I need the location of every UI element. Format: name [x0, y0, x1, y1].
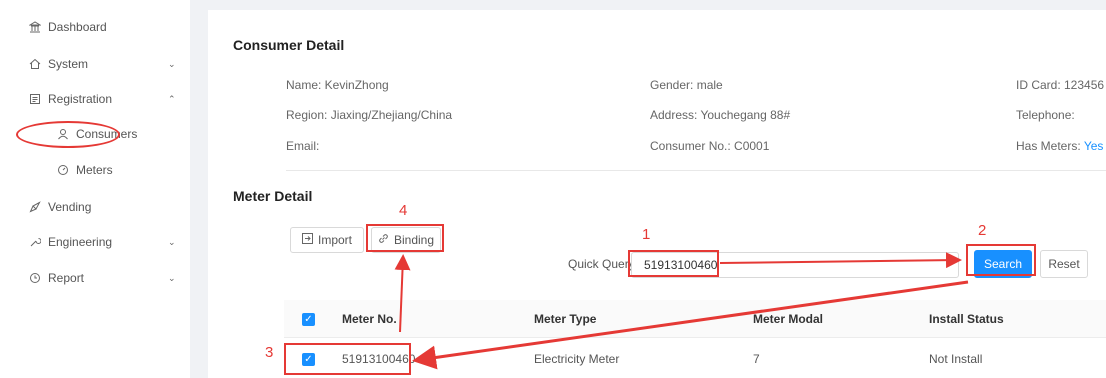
form-icon — [28, 92, 42, 106]
column-header: Meter Type — [534, 312, 597, 326]
divider — [286, 170, 1106, 171]
has-meters-value[interactable]: Yes — [1084, 139, 1104, 153]
reset-button[interactable]: Reset — [1040, 250, 1088, 278]
sidebar-item-engineering[interactable]: Engineering ⌄ — [0, 230, 190, 254]
consumer-gender: Gender: male — [650, 78, 723, 92]
consumer-address: Address: Youchegang 88# — [650, 108, 791, 122]
tool-icon — [28, 235, 42, 249]
consumer-telephone: Telephone: — [1016, 108, 1075, 122]
sidebar-item-label: Vending — [48, 200, 92, 214]
annotation-number-4: 4 — [399, 202, 408, 219]
annotation-number-2: 2 — [978, 222, 987, 239]
sidebar-item-label: Engineering — [48, 235, 113, 249]
consumer-email: Email: — [286, 139, 320, 153]
has-meters-label: Has Meters: — [1016, 139, 1081, 153]
annotation-number-1: 1 — [642, 226, 651, 243]
cell-meter-type: Electricity Meter — [534, 352, 620, 366]
sidebar: Dashboard System ⌄ Registration ⌃ Consum… — [0, 0, 190, 378]
chevron-down-icon: ⌄ — [168, 272, 176, 283]
column-header: Meter No. — [342, 312, 397, 326]
consumer-number: Consumer No.: C0001 — [650, 139, 770, 153]
sidebar-item-label: Meters — [76, 163, 113, 177]
chevron-down-icon: ⌄ — [168, 236, 176, 247]
import-button[interactable]: Import — [290, 227, 364, 253]
sidebar-item-report[interactable]: Report ⌄ — [0, 266, 190, 290]
import-icon — [301, 233, 313, 247]
consumer-region: Region: Jiaxing/Zhejiang/China — [286, 108, 453, 122]
clock-icon — [28, 271, 42, 285]
cell-meter-modal: 7 — [753, 352, 760, 366]
sidebar-item-label: Report — [48, 271, 85, 285]
main-panel: Consumer Detail Name: KevinZhong Gender:… — [208, 10, 1106, 378]
compass-icon — [28, 200, 42, 214]
sidebar-item-meters[interactable]: Meters — [0, 158, 190, 182]
chevron-up-icon: ⌃ — [168, 93, 176, 104]
annotation-box-binding — [366, 224, 444, 252]
column-header: Meter Modal — [753, 312, 824, 326]
sidebar-item-dashboard[interactable]: Dashboard — [0, 15, 190, 39]
table-header: ✓ Meter No. Meter Type Meter Modal Insta… — [284, 300, 1106, 338]
select-all-checkbox[interactable]: ✓ — [302, 313, 315, 326]
sidebar-item-system[interactable]: System ⌄ — [0, 52, 190, 76]
annotation-box-row — [284, 343, 411, 375]
sidebar-item-label: Registration — [48, 92, 113, 106]
chevron-down-icon: ⌄ — [168, 58, 176, 69]
home-icon — [28, 57, 42, 71]
annotation-number-3: 3 — [265, 344, 274, 361]
annotation-circle-consumers — [16, 121, 120, 148]
annotation-box-search — [966, 244, 1036, 276]
consumer-id-card: ID Card: 123456 — [1016, 78, 1105, 92]
meter-detail-title: Meter Detail — [233, 188, 313, 204]
sidebar-item-vending[interactable]: Vending — [0, 195, 190, 219]
consumer-name: Name: KevinZhong — [286, 78, 389, 92]
annotation-box-query — [628, 250, 719, 277]
sidebar-item-label: System — [48, 57, 89, 71]
sidebar-item-label: Dashboard — [48, 20, 107, 34]
column-header: Install Status — [929, 312, 1004, 326]
bank-icon — [28, 20, 42, 34]
consumer-has-meters: Has Meters: Yes — [1016, 139, 1103, 153]
dashboard-gauge-icon — [56, 163, 70, 177]
sidebar-item-registration[interactable]: Registration ⌃ — [0, 87, 190, 111]
consumer-detail-title: Consumer Detail — [233, 37, 345, 53]
cell-install-status: Not Install — [929, 352, 983, 366]
